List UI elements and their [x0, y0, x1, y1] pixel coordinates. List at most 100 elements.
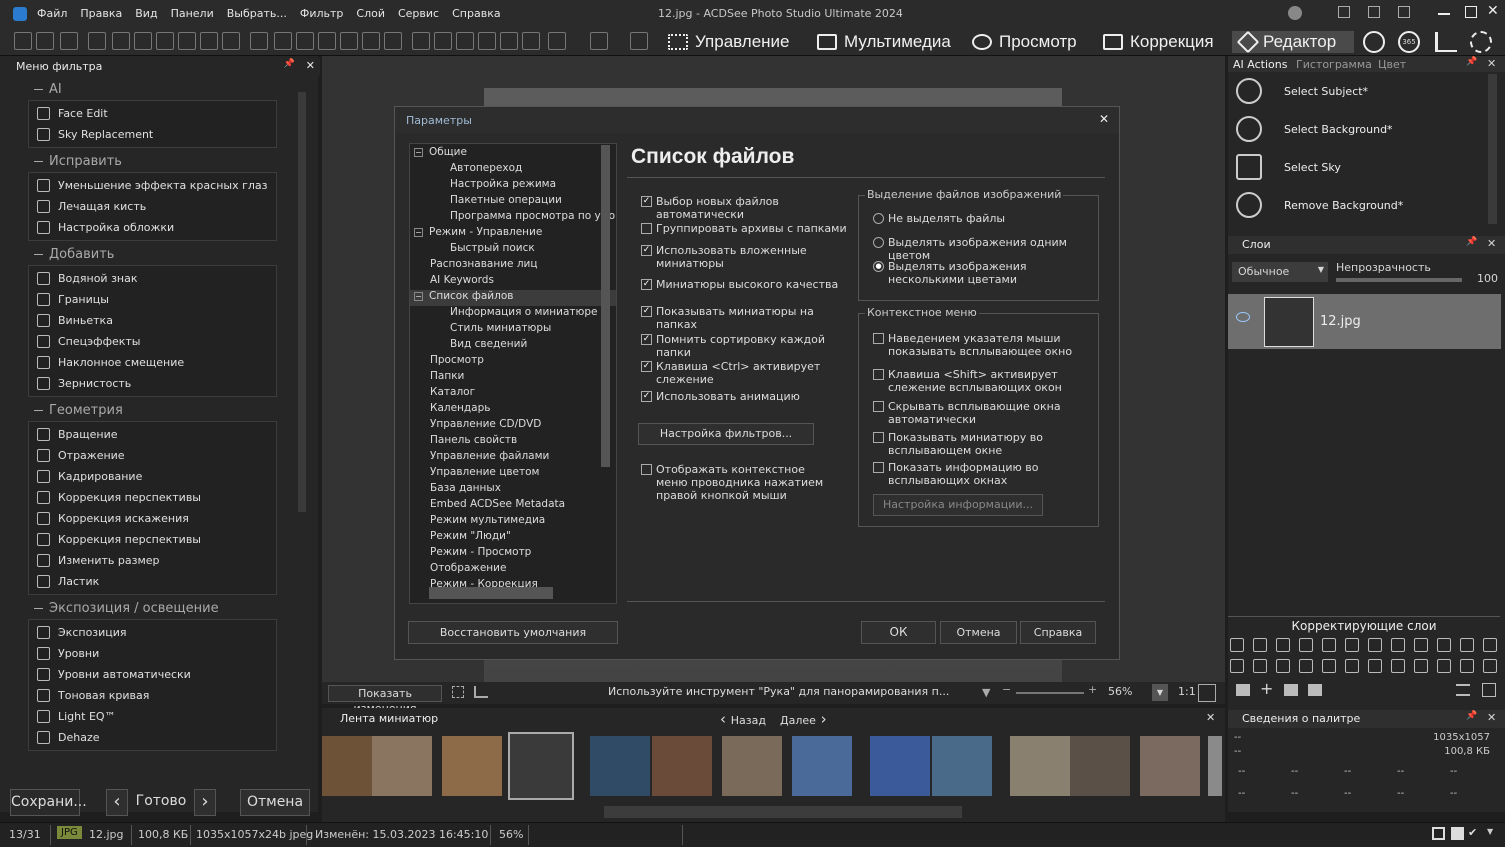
tool-icon[interactable]	[296, 32, 314, 50]
filter-item[interactable]: Водяной знак	[29, 268, 276, 289]
adjustment-icon[interactable]	[1460, 638, 1474, 652]
option-checkbox[interactable]: Группировать архивы с папками	[641, 222, 847, 235]
adjustment-icon[interactable]	[1460, 659, 1474, 673]
tool-icon[interactable]	[412, 32, 430, 50]
group-title[interactable]: AI	[0, 82, 300, 100]
filter-item[interactable]: Sky Replacement	[29, 124, 276, 145]
tool-icon[interactable]	[590, 32, 608, 50]
filter-item[interactable]: Уровни	[29, 643, 276, 664]
cancel-edit-button[interactable]: Отмена	[240, 789, 310, 816]
context-checkbox[interactable]: Клавиша <Shift> активирует слежение вспл…	[873, 368, 1095, 394]
option-checkbox[interactable]: ✓ Помнить сортировку каждой папки	[641, 333, 847, 359]
opacity-value[interactable]: 100	[1477, 272, 1498, 285]
adjustment-icon[interactable]	[1345, 638, 1359, 652]
zoom-dropdown-icon[interactable]: ▼	[982, 686, 990, 699]
delete-layer-icon[interactable]	[1482, 683, 1496, 697]
checkbox[interactable]	[873, 401, 884, 412]
tool-icon[interactable]	[362, 32, 380, 50]
tool-icon[interactable]	[60, 32, 78, 50]
mode-media[interactable]: Мультимедиа	[817, 31, 951, 53]
layer-row[interactable]: 12.jpg	[1228, 294, 1501, 349]
checkbox[interactable]: ✓	[641, 334, 652, 345]
pin-icon[interactable]: 📌	[1466, 711, 1477, 721]
check-icon[interactable]: ✔	[1468, 826, 1477, 839]
checkbox[interactable]	[873, 432, 884, 443]
zoom-slider[interactable]	[1016, 692, 1084, 694]
filter-item[interactable]: Лечащая кисть	[29, 196, 276, 217]
filter-item[interactable]: Тоновая кривая	[29, 685, 276, 706]
close-window-button[interactable]: ✕	[1487, 3, 1499, 19]
dashboard-icon[interactable]	[1435, 32, 1457, 52]
filter-item[interactable]: Light EQ™	[29, 706, 276, 727]
expand-icon[interactable]: −	[414, 228, 423, 237]
tool-icon[interactable]	[478, 32, 496, 50]
tab-color[interactable]: Цвет	[1378, 58, 1406, 71]
adjustment-icon[interactable]	[1391, 638, 1405, 652]
context-checkbox[interactable]: Показать информацию во всплывающих окнах	[873, 461, 1095, 487]
adjustment-icon[interactable]	[1483, 638, 1497, 652]
tree-item[interactable]: − Список файлов	[410, 290, 616, 306]
filter-item[interactable]: Ластик	[29, 571, 276, 592]
tool-icon[interactable]	[456, 32, 474, 50]
adjustment-icon[interactable]	[1483, 659, 1497, 673]
mode-edit[interactable]: Редактор	[1232, 30, 1354, 54]
adjustment-icon[interactable]	[1253, 638, 1267, 652]
menu-icon[interactable]	[1456, 684, 1470, 696]
pin-icon[interactable]: 📌	[284, 59, 295, 69]
filter-item[interactable]: Уровни автоматически	[29, 664, 276, 685]
tree-item[interactable]: Календарь	[410, 402, 616, 418]
blend-mode-select[interactable]: Обычное ▼	[1232, 262, 1328, 282]
collapse-icon[interactable]	[34, 410, 43, 411]
expand-icon[interactable]	[1198, 684, 1216, 702]
tree-item[interactable]: Embed ACDSee Metadata	[410, 498, 616, 514]
settings-tree[interactable]: − Общие Автопереход Настройка режима Пакетны…	[409, 143, 617, 604]
filter-item[interactable]: Настройка обложки	[29, 217, 276, 238]
tool-icon[interactable]	[318, 32, 336, 50]
add-layer-icon[interactable]: +	[1260, 679, 1273, 698]
group-title[interactable]: Добавить	[0, 247, 300, 265]
scrollbar[interactable]	[298, 92, 306, 512]
tree-item[interactable]: Управление файлами	[410, 450, 616, 466]
tree-item[interactable]: База данных	[410, 482, 616, 498]
tree-hscrollbar[interactable]	[429, 587, 553, 599]
tool-icon[interactable]	[178, 32, 196, 50]
context-option[interactable]: Отображать контекстное меню проводника н…	[641, 463, 831, 502]
radio[interactable]: ●	[873, 261, 884, 272]
zoom-select-icon[interactable]: ▼	[1152, 684, 1168, 701]
filter-item[interactable]: Наклонное смещение	[29, 352, 276, 373]
tab-histogram[interactable]: Гистограмма	[1296, 58, 1372, 71]
tool-icon[interactable]	[274, 32, 292, 50]
checkbox[interactable]	[873, 462, 884, 473]
next-button[interactable]: ›	[194, 789, 216, 816]
eye-icon[interactable]	[1236, 312, 1250, 322]
group-title[interactable]: Геометрия	[0, 403, 300, 421]
option-checkbox[interactable]: ✓ Клавиша <Ctrl> активирует слежение	[641, 360, 847, 386]
fit-icon[interactable]	[452, 686, 464, 698]
expand-icon[interactable]: −	[414, 148, 423, 157]
done-button[interactable]: Готово	[134, 789, 188, 816]
menu-item[interactable]: Справка	[452, 7, 500, 20]
back-button[interactable]: ‹ Назад	[720, 710, 766, 728]
filter-item[interactable]: Коррекция перспективы	[29, 487, 276, 508]
filter-item[interactable]: Зернистость	[29, 373, 276, 394]
365-icon[interactable]: 365	[1398, 31, 1420, 53]
selection-radio[interactable]: Выделять изображения одним цветом	[873, 236, 1093, 262]
zoom-value[interactable]: 56%	[1108, 685, 1132, 698]
next-film-button[interactable]: Далее ›	[780, 710, 827, 728]
filter-settings-button[interactable]: Настройка фильтров...	[638, 423, 814, 445]
adjustment-icon[interactable]	[1276, 659, 1290, 673]
checkbox[interactable]	[641, 464, 652, 475]
select-subject-action[interactable]: Select Subject*	[1228, 72, 1486, 110]
menu-item[interactable]: Файл	[37, 7, 67, 20]
mode-view[interactable]: Просмотр	[972, 31, 1077, 53]
checkbox[interactable]: ✓	[641, 391, 652, 402]
tool-icon[interactable]	[14, 32, 32, 50]
adjustment-icon[interactable]	[1253, 659, 1267, 673]
radio[interactable]	[873, 237, 884, 248]
tree-item[interactable]: Программа просмотра по умо	[410, 210, 616, 226]
tree-item[interactable]: Отображение	[410, 562, 616, 578]
tree-item[interactable]: Автопереход	[410, 162, 616, 178]
filter-item[interactable]: Границы	[29, 289, 276, 310]
tree-item[interactable]: Режим "Люди"	[410, 530, 616, 546]
tool-icon[interactable]	[200, 32, 218, 50]
